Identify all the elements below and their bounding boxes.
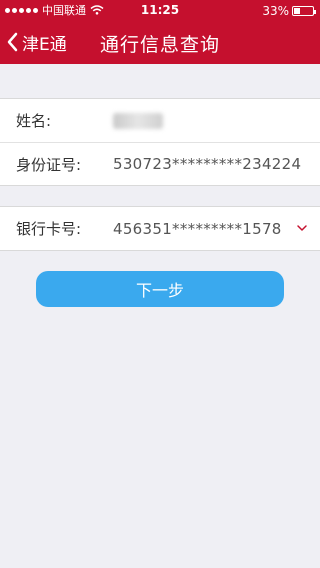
next-button[interactable]: 下一步 — [36, 271, 284, 307]
id-row: 身份证号: 530723*********234224 — [0, 142, 320, 185]
back-button[interactable]: 津E通 — [6, 30, 67, 55]
chevron-down-icon[interactable] — [296, 223, 308, 233]
back-label: 津E通 — [22, 34, 67, 55]
bank-row[interactable]: 银行卡号: 456351*********1578 — [0, 207, 320, 250]
name-row: 姓名: — [0, 99, 320, 142]
bank-value: 456351*********1578 — [113, 219, 282, 238]
name-value-redacted — [113, 113, 163, 129]
name-label: 姓名: — [16, 112, 52, 130]
battery-indicator: 33% — [262, 4, 316, 18]
bank-label: 银行卡号: — [16, 220, 82, 238]
top-bar: 中国联通 11:25 33% 津E通 通行信息查询 — [0, 0, 320, 64]
battery-icon — [292, 6, 316, 16]
page-title: 通行信息查询 — [100, 34, 221, 56]
bank-card: 银行卡号: 456351*********1578 — [0, 206, 320, 251]
id-label: 身份证号: — [16, 155, 82, 174]
identity-card: 姓名: 身份证号: 530723*********234224 — [0, 98, 320, 186]
chevron-left-icon — [7, 32, 18, 52]
nav-bar: 津E通 通行信息查询 — [0, 20, 320, 64]
status-bar: 中国联通 11:25 33% — [0, 0, 320, 20]
id-value: 530723*********234224 — [113, 155, 302, 173]
battery-percent: 33% — [262, 4, 289, 18]
